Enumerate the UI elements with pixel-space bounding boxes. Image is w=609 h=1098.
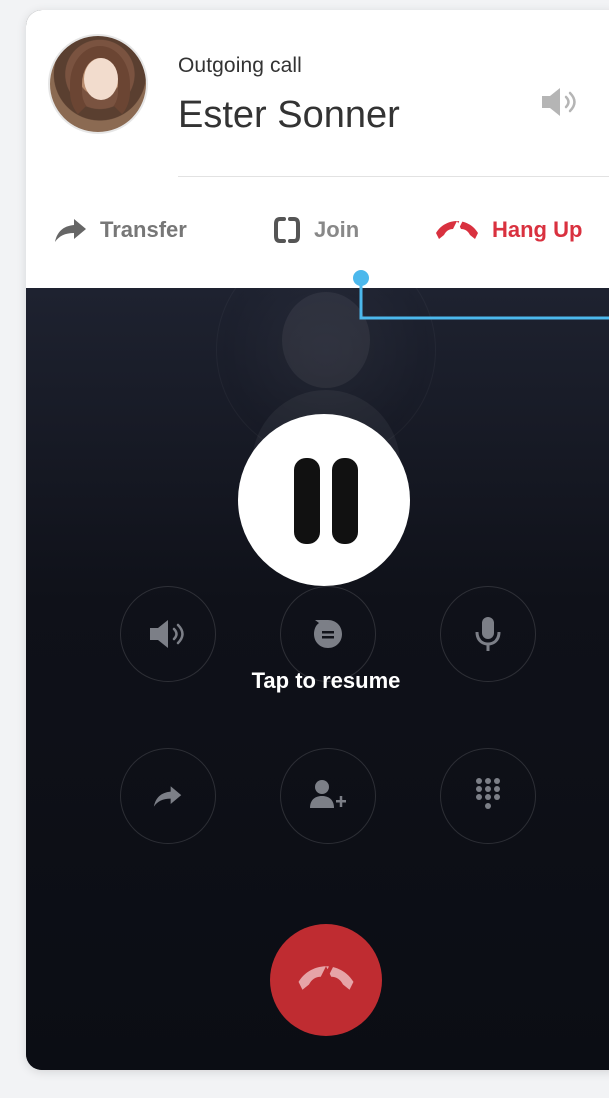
- join-brackets-icon: [272, 215, 302, 245]
- avatar: [48, 34, 148, 134]
- header-divider: [178, 176, 609, 177]
- call-card: Outgoing call Ester Sonner Transfer Join…: [26, 10, 609, 1070]
- hang-up-label: Hang Up: [492, 217, 583, 242]
- transfer-call-button[interactable]: [120, 748, 216, 844]
- keypad-button[interactable]: [440, 748, 536, 844]
- call-header: Outgoing call Ester Sonner Transfer Join…: [26, 10, 609, 288]
- end-call-button[interactable]: [270, 924, 382, 1036]
- join-pointer-connector: [353, 270, 609, 320]
- message-icon: [311, 617, 345, 651]
- add-person-icon: [308, 778, 348, 814]
- join-label: Join: [314, 217, 360, 242]
- caller-name: Ester Sonner: [178, 94, 400, 136]
- share-arrow-icon: [153, 784, 183, 808]
- tap-to-resume-label: Tap to resume: [251, 668, 401, 693]
- add-participant-button[interactable]: [280, 748, 376, 844]
- call-status-label: Outgoing call: [178, 54, 302, 77]
- microphone-icon: [473, 614, 503, 654]
- transfer-button[interactable]: Transfer: [54, 210, 187, 250]
- speaker-icon: [146, 616, 190, 652]
- resume-button[interactable]: [238, 414, 410, 586]
- avatar-face: [84, 58, 118, 100]
- hangup-icon: [434, 217, 480, 243]
- share-arrow-icon: [54, 217, 88, 243]
- transfer-label: Transfer: [100, 217, 187, 242]
- hang-up-button[interactable]: Hang Up: [434, 210, 582, 250]
- hangup-icon: [295, 961, 357, 1000]
- keypad-icon: [473, 776, 503, 816]
- join-button[interactable]: Join: [272, 210, 359, 250]
- speaker-icon[interactable]: [538, 82, 582, 122]
